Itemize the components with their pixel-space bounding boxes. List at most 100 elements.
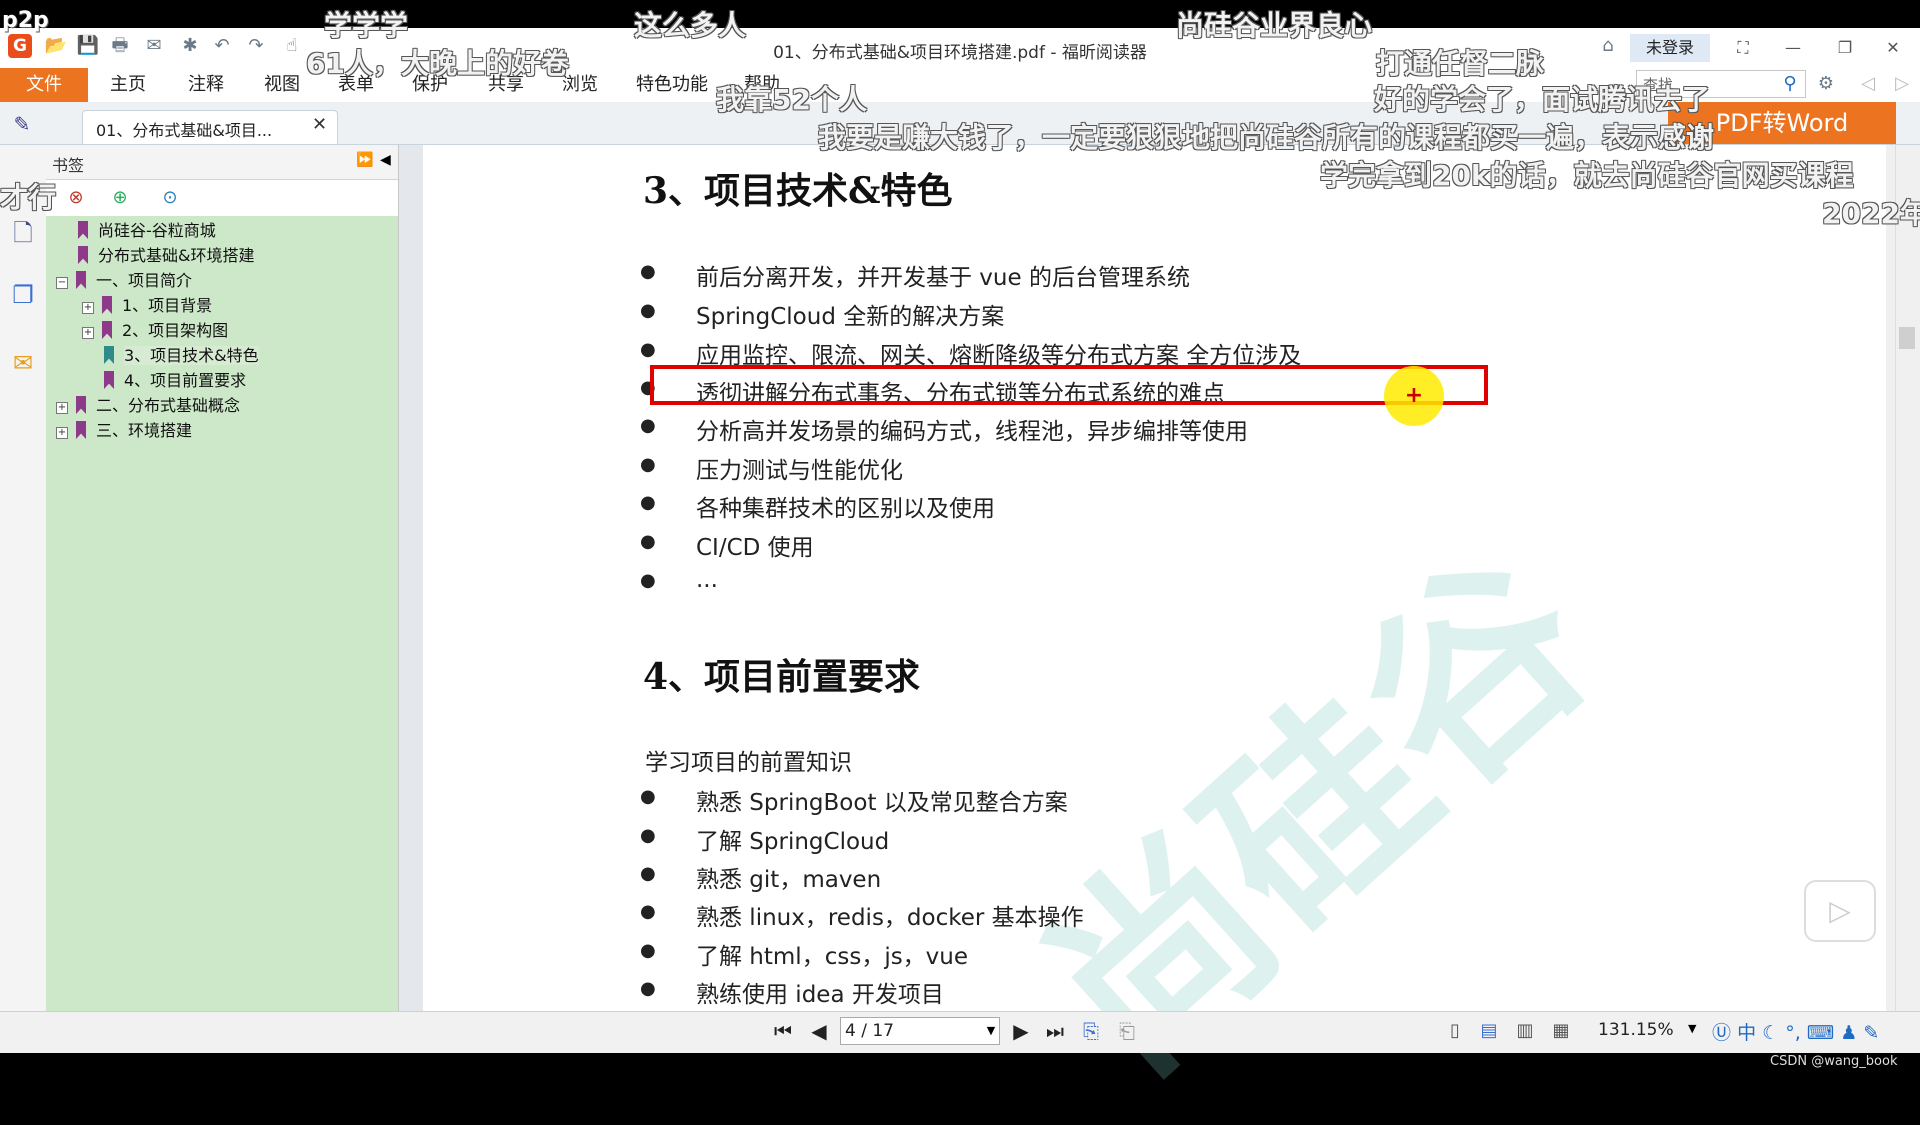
danmaku-comment: 2022年 (1822, 197, 1920, 230)
danmaku-comment: 好的学会了，面试腾讯去了 (1374, 83, 1711, 116)
facing-view-icon[interactable]: ▥ (1514, 1020, 1536, 1042)
tree-item[interactable]: 分布式基础&环境搭建 (78, 243, 254, 268)
list-item: CI/CD 使用 (640, 528, 814, 562)
danmaku-comment: 这么多人 (634, 9, 747, 42)
bookmark-toolbar (46, 180, 398, 216)
section-3-heading: 3、项目技术&特色 (643, 170, 953, 212)
danmaku-comment: 才行 (0, 181, 57, 214)
document-tab-label: 01、分布式基础&项目... (96, 121, 273, 140)
tree-item[interactable]: + 三、环境搭建 (56, 418, 192, 443)
scrollbar-thumb[interactable] (1899, 327, 1915, 349)
prev-arrow-icon[interactable]: ◁ (1856, 72, 1880, 96)
tree-item[interactable]: − 一、项目简介 (56, 268, 192, 293)
list-item: ... (640, 567, 718, 593)
panel-splitter[interactable] (398, 145, 425, 1011)
tab-close-icon[interactable]: ✕ (312, 114, 327, 135)
list-item: 前后分离开发，并开发基于 vue 的后台管理系统 (640, 258, 1190, 292)
zoom-level[interactable]: 131.15% (1598, 1020, 1674, 1040)
find-bookmark-icon[interactable]: ⊙ (158, 186, 182, 210)
print-icon[interactable]: 🖶 (108, 34, 132, 58)
new-doc-icon[interactable]: ✱ (178, 34, 202, 58)
list-item: 分析高并发场景的编码方式，线程池，异步编排等使用 (640, 412, 1248, 446)
section-4-intro: 学习项目的前置知识 (645, 750, 852, 776)
vertical-scrollbar[interactable] (1895, 145, 1920, 1011)
window-title: 01、分布式基础&项目环境搭建.pdf - 福昕阅读器 (773, 43, 1147, 63)
chevron-down-icon[interactable]: ▼ (982, 1017, 1000, 1045)
next-view-icon[interactable]: ⎗ (1114, 1018, 1140, 1044)
bookmark-panel-header (46, 145, 398, 180)
tree-item-selected[interactable]: 3、项目技术&特色 (104, 343, 259, 368)
menu-features[interactable]: 特色功能 (636, 68, 708, 102)
prev-page-icon[interactable]: ◀ (806, 1018, 832, 1044)
list-item: SpringCloud 全新的解决方案 (640, 297, 1004, 331)
skin-icon[interactable]: ⌂ (1596, 34, 1620, 58)
single-page-view-icon[interactable]: ▯ (1444, 1020, 1466, 1042)
fullscreen-icon[interactable]: ⛶ (1728, 36, 1758, 60)
hand-tool-icon[interactable]: ☝ (280, 34, 304, 58)
redo-icon[interactable]: ↷ (244, 34, 268, 58)
close-icon[interactable]: ✕ (1878, 36, 1908, 60)
ime-tool-icons: ☾ °, ⌨ ♟ ✎ (1762, 1022, 1880, 1044)
bookmark-panel-title: 书签 (52, 156, 85, 175)
restore-icon[interactable]: ❐ (1830, 36, 1860, 60)
page-number-input[interactable]: 4 / 17 (840, 1017, 1000, 1045)
settings-icon[interactable]: ⚙ (1814, 72, 1838, 96)
next-arrow-icon[interactable]: ▷ (1890, 72, 1914, 96)
continuous-facing-view-icon[interactable]: ▦ (1550, 1020, 1572, 1042)
list-item: 压力测试与性能优化 (640, 451, 903, 485)
navigation-panel-strip (0, 145, 47, 1011)
zoom-dropdown-icon[interactable]: ▼ (1688, 1022, 1696, 1035)
ime-indicator[interactable]: Ⓤ 中 ☾ °, ⌨ ♟ ✎ (1712, 1018, 1879, 1045)
next-page-icon[interactable]: ▶ (1008, 1018, 1034, 1044)
play-icon[interactable]: ▷ (1804, 880, 1876, 942)
list-item: 了解 html，css，js，vue (640, 937, 968, 971)
menu-view[interactable]: 视图 (264, 68, 300, 102)
delete-bookmark-icon[interactable]: ⊗ (64, 186, 88, 210)
danmaku-comment: 61人，大晚上的好卷 (306, 47, 569, 80)
tree-item[interactable]: + 二、分布式基础概念 (56, 393, 240, 418)
menu-file[interactable]: 文件 (0, 68, 88, 102)
expand-panel-icon[interactable]: ⏩ (356, 152, 373, 168)
list-item: 熟悉 git，maven (640, 860, 881, 894)
pages-panel-icon[interactable]: ❐ (8, 280, 38, 310)
login-button[interactable]: 未登录 (1630, 34, 1710, 62)
tree-item[interactable]: +1、项目背景 (82, 293, 212, 318)
menu-comment[interactable]: 注释 (188, 68, 224, 102)
corner-logo: p2p (2, 8, 49, 33)
first-page-icon[interactable]: ⏮ (770, 1018, 796, 1044)
ime-logo-icon: Ⓤ (1712, 1022, 1732, 1044)
list-item: 熟练使用 idea 开发项目 (640, 975, 944, 1009)
list-item: 了解 SpringCloud (640, 822, 889, 856)
previous-view-icon[interactable]: ⎘ (1078, 1018, 1104, 1044)
open-folder-icon[interactable]: 📂 (44, 34, 68, 58)
collapse-panel-icon[interactable]: ◀ (380, 152, 391, 168)
bookmark-panel-icon[interactable]: 🗋 (8, 218, 38, 248)
danmaku-comment: 我靠52个人 (716, 83, 867, 116)
cursor-highlight: + (1384, 366, 1444, 426)
home-tab-icon[interactable]: ✎ (10, 112, 34, 136)
undo-icon[interactable]: ↶ (210, 34, 234, 58)
app-logo-icon[interactable]: G (8, 34, 32, 58)
continuous-view-icon[interactable]: ▤ (1478, 1020, 1500, 1042)
danmaku-comment: 学完拿到20k的话，就去尚硅谷官网买课程 (1320, 159, 1854, 192)
search-icon[interactable]: ⚲ (1776, 70, 1804, 98)
last-page-icon[interactable]: ⏭ (1042, 1018, 1068, 1044)
email-icon[interactable]: ✉ (142, 34, 166, 58)
minimize-icon[interactable]: — (1778, 36, 1808, 60)
add-bookmark-icon[interactable]: ⊕ (108, 186, 132, 210)
ime-language: 中 (1737, 1022, 1757, 1044)
highlight-rectangle (650, 365, 1488, 405)
tree-item[interactable]: 尚硅谷-谷粒商城 (78, 218, 216, 243)
section-4-heading: 4、项目前置要求 (643, 656, 921, 698)
danmaku-comment: 我要是赚大钱了，一定要狠狠地把尚硅谷所有的课程都买一遍，表示感谢 (818, 121, 1715, 154)
danmaku-comment: 打通任督二脉 (1376, 47, 1545, 80)
tree-item[interactable]: 4、项目前置要求 (104, 368, 246, 393)
list-item: 熟悉 linux，redis，docker 基本操作 (640, 898, 1084, 932)
comments-panel-icon[interactable]: ✉ (8, 348, 38, 378)
menu-home[interactable]: 主页 (110, 68, 146, 102)
list-item: 各种集群技术的区别以及使用 (640, 489, 995, 523)
tree-item[interactable]: +2、项目架构图 (82, 318, 228, 343)
csdn-credit: CSDN @wang_book (1770, 1054, 1898, 1069)
danmaku-comment: 尚硅谷业界良心 (1176, 9, 1373, 42)
save-icon[interactable]: 💾 (76, 34, 100, 58)
